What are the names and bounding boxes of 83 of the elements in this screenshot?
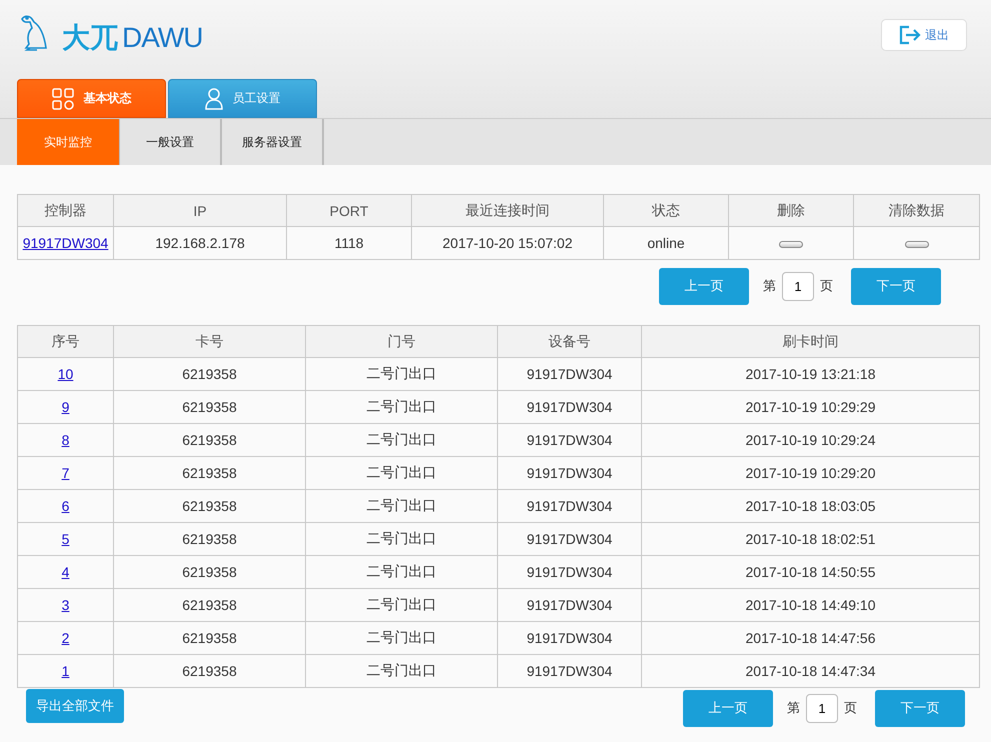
column-header: 设备号 [498, 326, 642, 358]
table-cell: 二号门出口 [306, 456, 498, 490]
column-header: PORT [286, 194, 412, 226]
record-link[interactable]: 10 [58, 366, 74, 382]
table-cell: 6219358 [114, 588, 306, 622]
user-icon [204, 88, 222, 110]
table-cell: 6219358 [114, 358, 306, 390]
table-cell: 二号门出口 [306, 622, 498, 654]
table-cell: 二号门出口 [306, 390, 498, 424]
page-label: 页 [820, 277, 833, 295]
grid-icon [52, 88, 74, 110]
table-cell: 91917DW304 [498, 556, 642, 588]
table-cell: 91917DW304 [498, 424, 642, 456]
table-cell: 91917DW304 [498, 654, 642, 688]
table-cell: 6219358 [114, 390, 306, 424]
clear-data-button[interactable] [904, 240, 928, 248]
record-link[interactable]: 3 [62, 597, 70, 613]
table-cell: 2017-10-20 15:07:02 [412, 226, 604, 260]
table-cell: 2017-10-18 14:49:10 [642, 588, 980, 622]
table-cell: 6219358 [114, 654, 306, 688]
record-link[interactable]: 9 [62, 399, 70, 415]
table-cell: 2017-10-18 14:50:55 [642, 556, 980, 588]
table-cell: 91917DW304 [498, 358, 642, 390]
table-cell: 6219358 [114, 522, 306, 556]
delete-button[interactable] [779, 240, 803, 248]
table-cell: 91917DW304 [498, 522, 642, 556]
column-header: 刷卡时间 [642, 326, 980, 358]
record-link[interactable]: 2 [62, 630, 70, 646]
logout-icon [899, 25, 921, 45]
column-header: 删除 [728, 194, 854, 226]
table-cell: 91917DW304 [498, 622, 642, 654]
table-cell: 91917DW304 [498, 588, 642, 622]
table-cell: 二号门出口 [306, 588, 498, 622]
table-cell: 二号门出口 [306, 424, 498, 456]
sub-tab[interactable]: 一般设置 [120, 119, 222, 165]
page-label: 第 [787, 699, 800, 717]
record-link[interactable]: 7 [62, 465, 70, 481]
table-cell: 2017-10-19 10:29:29 [642, 390, 980, 424]
column-header: 状态 [604, 194, 728, 226]
table-cell: 2017-10-19 10:29:24 [642, 424, 980, 456]
table-cell: 二号门出口 [306, 654, 498, 688]
page-label: 第 [763, 277, 776, 295]
table-cell: 2017-10-18 14:47:34 [642, 654, 980, 688]
sub-tab[interactable]: 服务器设置 [222, 119, 324, 165]
record-link[interactable]: 1 [62, 663, 70, 679]
table-cell: 二号门出口 [306, 358, 498, 390]
page-field[interactable]: 1 [806, 694, 838, 722]
record-link[interactable]: 8 [62, 432, 70, 448]
table-cell: 91917DW304 [498, 490, 642, 522]
column-header: IP [114, 194, 286, 226]
table-cell: 2017-10-19 13:21:18 [642, 358, 980, 390]
table-cell: 91917DW304 [498, 390, 642, 424]
column-header: 清除数据 [854, 194, 980, 226]
table-cell: 二号门出口 [306, 522, 498, 556]
table-cell: 二号门出口 [306, 490, 498, 522]
table-cell: 2017-10-18 18:03:05 [642, 490, 980, 522]
column-header: 卡号 [114, 326, 306, 358]
table-cell: online [604, 226, 728, 260]
column-header: 控制器 [18, 194, 114, 226]
table-cell: 二号门出口 [306, 556, 498, 588]
page-field[interactable]: 1 [782, 272, 814, 300]
table-cell: 1118 [286, 226, 412, 260]
controller-link[interactable]: 91917DW304 [22, 235, 108, 251]
record-link[interactable]: 4 [62, 564, 70, 580]
table-cell: 2017-10-18 14:47:56 [642, 622, 980, 654]
table-cell: 91917DW304 [498, 456, 642, 490]
column-header: 序号 [18, 326, 114, 358]
table-cell: 2017-10-19 10:29:20 [642, 456, 980, 490]
table-cell: 6219358 [114, 622, 306, 654]
column-header: 最近连接时间 [412, 194, 604, 226]
table-cell: 6219358 [114, 556, 306, 588]
logout-button[interactable]: 退出 [881, 19, 967, 51]
table-cell: 2017-10-18 18:02:51 [642, 522, 980, 556]
table-cell: 192.168.2.178 [114, 226, 286, 260]
table-cell: 6219358 [114, 456, 306, 490]
logo-mark: 大兀 [62, 24, 118, 52]
logo-wordmark: DAWU [122, 24, 203, 52]
page-label: 页 [844, 699, 857, 717]
record-link[interactable]: 5 [62, 531, 70, 547]
record-link[interactable]: 6 [62, 498, 70, 514]
table-cell: 6219358 [114, 490, 306, 522]
column-header: 门号 [306, 326, 498, 358]
table-cell: 6219358 [114, 424, 306, 456]
